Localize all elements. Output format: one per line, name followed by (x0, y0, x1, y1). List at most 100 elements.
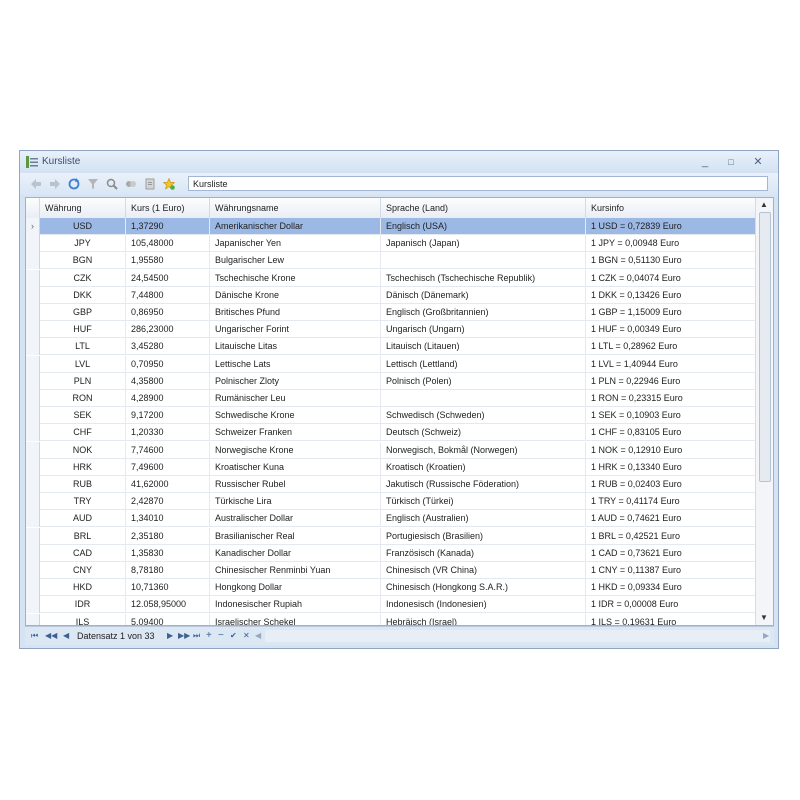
cell-waehrung[interactable]: CZK (40, 269, 126, 287)
cell-kursinfo[interactable]: 1 GBP = 1,15009 Euro (586, 304, 756, 321)
cell-sprache[interactable]: Tschechisch (Tschechische Republik) (381, 269, 586, 287)
cell-waehrungsname[interactable]: Ungarischer Forint (210, 321, 381, 339)
cell-sprache[interactable]: Litauisch (Litauen) (381, 338, 586, 356)
cell-sprache[interactable]: Englisch (USA) (381, 218, 586, 235)
cell-kurs[interactable]: 286,23000 (126, 321, 210, 339)
row-indicator[interactable] (26, 510, 40, 528)
cell-kursinfo[interactable]: 1 USD = 0,72839 Euro (586, 218, 756, 235)
cell-kurs[interactable]: 105,48000 (126, 235, 210, 253)
cell-waehrungsname[interactable]: Russischer Rubel (210, 476, 381, 493)
table-row[interactable]: BGN 1,95580 Bulgarischer Lew 1 BGN = 0,5113… (26, 252, 756, 270)
cell-sprache[interactable]: Norwegisch, Bokmål (Norwegen) (381, 441, 586, 459)
cell-sprache[interactable]: Polnisch (Polen) (381, 372, 586, 390)
back-arrow-icon[interactable] (30, 178, 42, 190)
filter-icon[interactable] (87, 178, 99, 190)
cell-waehrungsname[interactable]: Hongkong Dollar (210, 579, 381, 597)
cell-waehrungsname[interactable]: Japanischer Yen (210, 235, 381, 253)
cell-waehrungsname[interactable]: Chinesischer Renminbi Yuan (210, 562, 381, 579)
column-header-waehrungsname[interactable]: Währungsname (210, 198, 381, 218)
cell-kurs[interactable]: 9,17200 (126, 407, 210, 425)
cell-kurs[interactable]: 4,28900 (126, 390, 210, 407)
row-indicator[interactable] (26, 355, 40, 373)
scroll-down-icon[interactable]: ▼ (760, 613, 768, 622)
row-indicator[interactable] (26, 321, 40, 339)
cell-kurs[interactable]: 7,44800 (126, 286, 210, 304)
report-icon[interactable] (144, 178, 156, 190)
scroll-up-icon[interactable]: ▲ (760, 200, 768, 209)
row-indicator[interactable] (26, 596, 40, 614)
cell-sprache[interactable]: Hebräisch (Israel) (381, 613, 586, 625)
cell-kursinfo[interactable]: 1 TRY = 0,41174 Euro (586, 493, 756, 511)
cell-kurs[interactable]: 0,86950 (126, 304, 210, 321)
cell-kurs[interactable]: 3,45280 (126, 338, 210, 356)
cell-waehrungsname[interactable]: Australischer Dollar (210, 510, 381, 528)
maximize-button[interactable]: □ (720, 155, 742, 169)
table-row[interactable]: RON 4,28900 Rumänischer Leu 1 RON = 0,23315… (26, 390, 756, 407)
cell-waehrung[interactable]: TRY (40, 493, 126, 511)
cell-waehrung[interactable]: CNY (40, 562, 126, 579)
cell-kursinfo[interactable]: 1 HRK = 0,13340 Euro (586, 458, 756, 476)
cell-kurs[interactable]: 24,54500 (126, 269, 210, 287)
title-bar[interactable]: Kursliste _ □ ✕ (20, 151, 778, 173)
cell-kurs[interactable]: 1,95580 (126, 252, 210, 270)
row-indicator[interactable] (26, 493, 40, 511)
cell-kursinfo[interactable]: 1 HKD = 0,09334 Euro (586, 579, 756, 597)
cell-waehrung[interactable]: HKD (40, 579, 126, 597)
cell-waehrungsname[interactable]: Polnischer Zloty (210, 372, 381, 390)
cell-sprache[interactable]: Lettisch (Lettland) (381, 355, 586, 373)
cell-kurs[interactable]: 2,42870 (126, 493, 210, 511)
scroll-right-icon[interactable]: ▶ (763, 629, 769, 643)
column-header-kurs[interactable]: Kurs (1 Euro) (126, 198, 210, 218)
cell-sprache[interactable]: Dänisch (Dänemark) (381, 286, 586, 304)
cell-waehrungsname[interactable]: Rumänischer Leu (210, 390, 381, 407)
row-indicator[interactable] (26, 441, 40, 459)
cell-waehrungsname[interactable]: Israelischer Schekel (210, 613, 381, 625)
row-indicator[interactable] (26, 235, 40, 253)
table-row[interactable]: LVL 0,70950 Lettische Lats Lettisch (Lettla… (26, 355, 756, 373)
table-row[interactable]: TRY 2,42870 Türkische Lira Türkisch (Türkei… (26, 493, 756, 511)
cell-waehrung[interactable]: AUD (40, 510, 126, 528)
cell-kurs[interactable]: 1,34010 (126, 510, 210, 528)
cell-kursinfo[interactable]: 1 LTL = 0,28962 Euro (586, 338, 756, 356)
cell-sprache[interactable]: Französisch (Kanada) (381, 544, 586, 562)
cell-kurs[interactable]: 7,74600 (126, 441, 210, 459)
scroll-left-icon[interactable]: ◀ (255, 629, 261, 643)
cell-waehrungsname[interactable]: Dänische Krone (210, 286, 381, 304)
table-row[interactable]: CAD 1,35830 Kanadischer Dollar Französisch … (26, 544, 756, 562)
cell-waehrung[interactable]: IDR (40, 596, 126, 614)
cell-kursinfo[interactable]: 1 NOK = 0,12910 Euro (586, 441, 756, 459)
table-row[interactable]: AUD 1,34010 Australischer Dollar Englisch (… (26, 510, 756, 528)
cell-kursinfo[interactable]: 1 DKK = 0,13426 Euro (586, 286, 756, 304)
row-indicator[interactable] (26, 269, 40, 287)
cell-kurs[interactable]: 12.058,95000 (126, 596, 210, 614)
cell-sprache[interactable]: Jakutisch (Russische Föderation) (381, 476, 586, 493)
cell-kursinfo[interactable]: 1 IDR = 0,00008 Euro (586, 596, 756, 614)
table-row[interactable]: CNY 8,78180 Chinesischer Renminbi Yuan Chin… (26, 562, 756, 579)
column-header-sprache[interactable]: Sprache (Land) (381, 198, 586, 218)
search-icon[interactable] (106, 178, 118, 190)
cell-sprache[interactable]: Japanisch (Japan) (381, 235, 586, 253)
cell-sprache[interactable]: Ungarisch (Ungarn) (381, 321, 586, 339)
cell-waehrungsname[interactable]: Türkische Lira (210, 493, 381, 511)
table-row[interactable]: DKK 7,44800 Dänische Krone Dänisch (Dänemar… (26, 286, 756, 304)
delete-record-icon[interactable]: − (218, 629, 224, 643)
cell-waehrungsname[interactable]: Britisches Pfund (210, 304, 381, 321)
cell-kurs[interactable]: 1,37290 (126, 218, 210, 235)
row-indicator[interactable] (26, 286, 40, 304)
cell-waehrungsname[interactable]: Kanadischer Dollar (210, 544, 381, 562)
cell-kursinfo[interactable]: 1 PLN = 0,22946 Euro (586, 372, 756, 390)
cell-kursinfo[interactable]: 1 BRL = 0,42521 Euro (586, 527, 756, 545)
row-indicator[interactable] (26, 579, 40, 597)
row-indicator[interactable] (26, 613, 40, 625)
confirm-icon[interactable]: ✔ (230, 629, 237, 643)
cell-sprache[interactable]: Chinesisch (VR China) (381, 562, 586, 579)
cell-waehrung[interactable]: ILS (40, 613, 126, 625)
table-row[interactable]: GBP 0,86950 Britisches Pfund Englisch (Groß… (26, 304, 756, 321)
row-indicator[interactable] (26, 424, 40, 442)
table-row[interactable]: RUB 41,62000 Russischer Rubel Jakutisch (Ru… (26, 476, 756, 493)
cell-kursinfo[interactable]: 1 CHF = 0,83105 Euro (586, 424, 756, 442)
cell-sprache[interactable]: Indonesisch (Indonesien) (381, 596, 586, 614)
table-row[interactable]: BRL 2,35180 Brasilianischer Real Portugiesi… (26, 527, 756, 545)
cell-waehrung[interactable]: LTL (40, 338, 126, 356)
cell-waehrungsname[interactable]: Bulgarischer Lew (210, 252, 381, 270)
